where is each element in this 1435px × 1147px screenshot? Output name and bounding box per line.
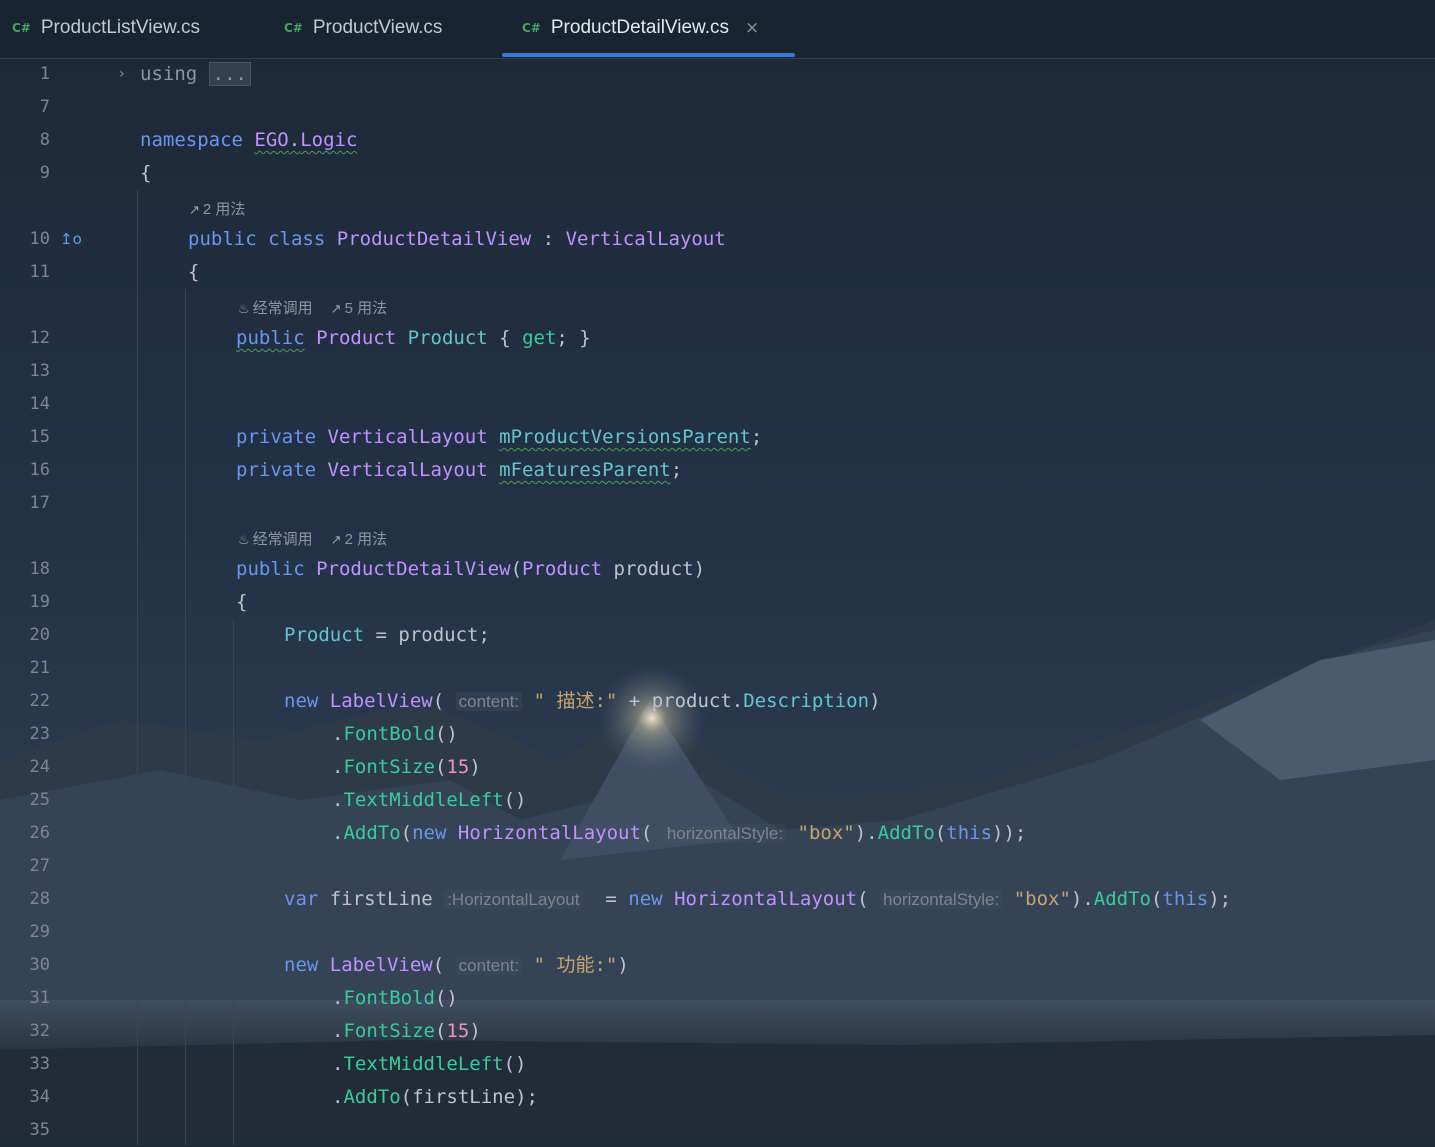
tab-productlistview[interactable]: C# ProductListView.cs bbox=[12, 0, 200, 56]
close-tab-icon[interactable]: × bbox=[745, 18, 759, 38]
parameter-hint: content: bbox=[455, 692, 523, 711]
indent-guide bbox=[233, 620, 234, 1145]
line-number: 29 bbox=[29, 922, 50, 942]
property-name: Product bbox=[407, 327, 488, 349]
line-number: 14 bbox=[29, 394, 50, 414]
editor-tab-bar: C# ProductListView.cs C# ProductView.cs … bbox=[0, 0, 1435, 59]
chevron-right-icon[interactable]: › bbox=[119, 66, 125, 82]
tab-productdetailview[interactable]: C# ProductDetailView.cs × bbox=[522, 0, 759, 56]
line-number: 34 bbox=[29, 1087, 50, 1107]
line-number: 18 bbox=[29, 559, 50, 579]
field-name: mProductVersionsParent bbox=[499, 426, 751, 448]
indent-guide bbox=[137, 190, 138, 1145]
tab-label: ProductView.cs bbox=[312, 17, 443, 38]
constructor-name: ProductDetailView bbox=[316, 558, 511, 580]
line-number: 8 bbox=[39, 130, 50, 150]
tab-label: ProductDetailView.cs bbox=[550, 17, 729, 38]
line-number: 13 bbox=[29, 361, 50, 381]
class-name: ProductDetailView bbox=[336, 228, 532, 250]
link-arrow-icon: ↗ bbox=[189, 203, 200, 218]
active-tab-indicator bbox=[502, 53, 795, 57]
tab-productview[interactable]: C# ProductView.cs bbox=[284, 0, 442, 56]
field-name: mFeaturesParent bbox=[499, 459, 671, 481]
folded-region[interactable]: ... bbox=[208, 62, 251, 86]
indent-guide bbox=[185, 289, 186, 1145]
line-number: 31 bbox=[29, 988, 50, 1008]
csharp-file-icon: C# bbox=[522, 21, 541, 35]
line-number: 12 bbox=[29, 328, 50, 348]
line-number: 17 bbox=[29, 493, 50, 513]
parameter-hint: horizontalStyle: bbox=[880, 890, 1003, 909]
line-number: 30 bbox=[29, 955, 50, 975]
line-number: 10 bbox=[29, 229, 50, 249]
line-number: 22 bbox=[29, 691, 50, 711]
line-number: 20 bbox=[29, 625, 50, 645]
parameter-hint: content: bbox=[455, 956, 523, 975]
link-arrow-icon: ↗ bbox=[330, 302, 342, 317]
csharp-file-icon: C# bbox=[284, 21, 303, 35]
line-number: 28 bbox=[29, 889, 50, 909]
line-number: 1 bbox=[39, 64, 50, 84]
keyword-namespace: namespace bbox=[140, 129, 243, 151]
line-number: 21 bbox=[29, 658, 50, 678]
line-number: 15 bbox=[29, 427, 50, 447]
line-number: 19 bbox=[29, 592, 50, 612]
line-number: 35 bbox=[29, 1120, 50, 1140]
line-number: 23 bbox=[29, 724, 50, 744]
tab-label: ProductListView.cs bbox=[40, 17, 200, 38]
line-number: 25 bbox=[29, 790, 50, 810]
line-number: 27 bbox=[29, 856, 50, 876]
line-number: 9 bbox=[39, 163, 50, 183]
link-arrow-icon: ↗ bbox=[330, 533, 342, 548]
line-number: 24 bbox=[29, 757, 50, 777]
usages-hint: 2 用法 bbox=[202, 201, 246, 218]
keyword-using: using bbox=[140, 63, 198, 85]
parameter-hint: horizontalStyle: bbox=[663, 824, 787, 843]
line-number: 7 bbox=[39, 97, 50, 117]
flame-icon: ♨ bbox=[238, 302, 250, 317]
line-number: 16 bbox=[29, 460, 50, 480]
type-hint: :HorizontalLayout bbox=[444, 890, 583, 909]
line-number: 33 bbox=[29, 1054, 50, 1074]
line-number: 32 bbox=[29, 1021, 50, 1041]
namespace-name: EGO bbox=[254, 129, 289, 151]
code-editor[interactable]: 1 › using ... 7 8 namespace EGO.Logic 9 … bbox=[0, 58, 1435, 1145]
line-number: 11 bbox=[29, 262, 50, 282]
csharp-file-icon: C# bbox=[12, 21, 31, 35]
flame-icon: ♨ bbox=[238, 533, 250, 548]
implementation-icon[interactable]: ↥o bbox=[60, 223, 82, 256]
line-number: 26 bbox=[29, 823, 50, 843]
namespace-name: Logic bbox=[300, 129, 358, 151]
